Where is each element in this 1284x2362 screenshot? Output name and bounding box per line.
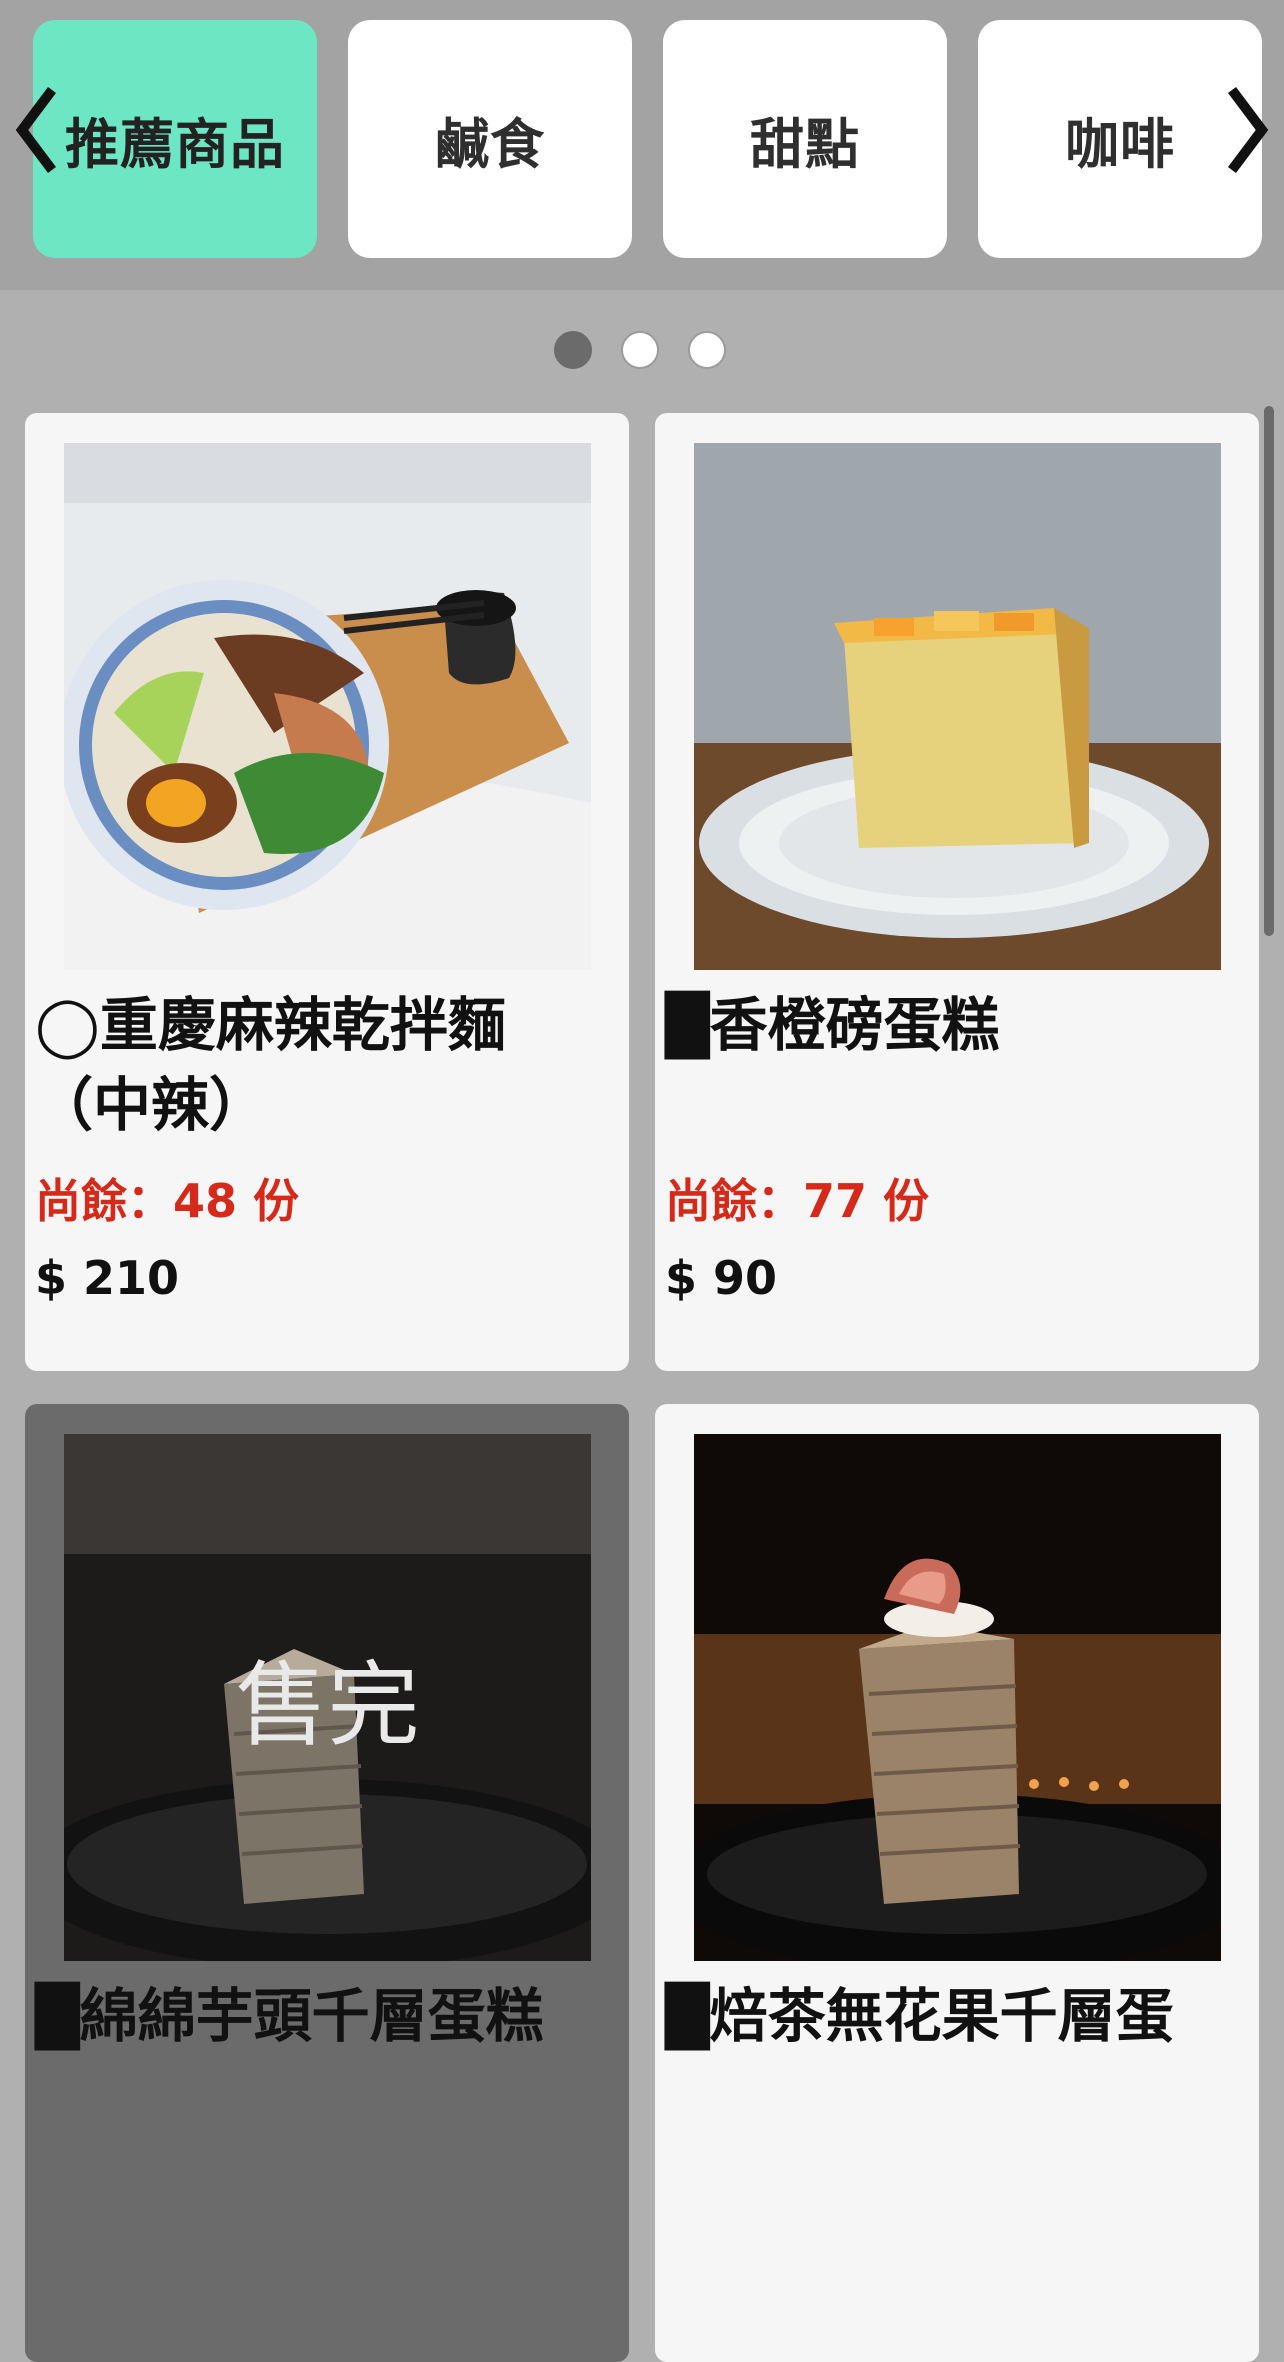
page-dot-2[interactable] xyxy=(621,331,659,369)
product-card[interactable]: ◯重慶麻辣乾拌麵（中辣） 尚餘：48 份 $ 210 xyxy=(25,413,629,1371)
stock-remaining: 尚餘：77 份 xyxy=(665,1174,930,1228)
product-name[interactable]: ◯重慶麻辣乾拌麵（中辣） xyxy=(35,985,615,1145)
scrollbar[interactable] xyxy=(1264,406,1274,936)
pagination-dots xyxy=(554,331,730,373)
tab-recommended[interactable]: 推薦商品 xyxy=(33,20,317,258)
product-price: $ 210 xyxy=(35,1251,180,1305)
chevron-right-icon[interactable] xyxy=(1222,80,1272,180)
tab-coffee[interactable]: 咖啡 xyxy=(978,20,1262,258)
product-image-noodles xyxy=(64,443,591,970)
page-dot-3[interactable] xyxy=(688,331,726,369)
tab-savory[interactable]: 鹹食 xyxy=(348,20,632,258)
product-name[interactable]: █綿綿芋頭千層蛋糕 xyxy=(35,1976,615,2056)
category-tab-bar: 推薦商品 鹹食 甜點 咖啡 xyxy=(0,0,1284,290)
chevron-left-icon[interactable] xyxy=(12,80,62,180)
tab-dessert[interactable]: 甜點 xyxy=(663,20,947,258)
product-card[interactable]: █焙茶無花果千層蛋 xyxy=(655,1404,1259,2362)
sold-out-label: 售完 xyxy=(235,1652,420,1759)
product-name[interactable]: █香橙磅蛋糕 xyxy=(665,985,1245,1065)
product-image-orange-pound-cake xyxy=(694,443,1221,970)
product-name[interactable]: █焙茶無花果千層蛋 xyxy=(665,1976,1245,2056)
page-dot-1[interactable] xyxy=(554,331,592,369)
product-price: $ 90 xyxy=(665,1251,778,1305)
stock-remaining: 尚餘：48 份 xyxy=(35,1174,300,1228)
product-card[interactable]: █香橙磅蛋糕 尚餘：77 份 $ 90 xyxy=(655,413,1259,1371)
product-image-taro-crepe-cake: 售完 xyxy=(64,1434,591,1961)
product-card-sold-out[interactable]: 售完 █綿綿芋頭千層蛋糕 xyxy=(25,1404,629,2362)
product-image-hojicha-fig-crepe-cake xyxy=(694,1434,1221,1961)
